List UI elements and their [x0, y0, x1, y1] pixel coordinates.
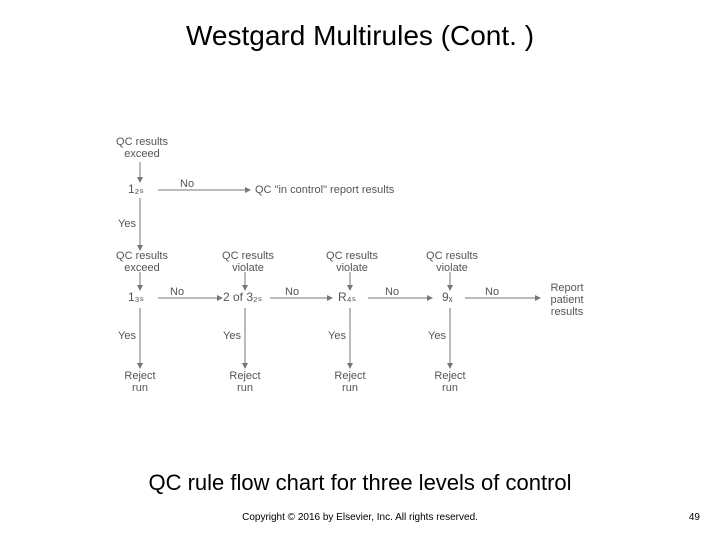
outcome-reject-4: Reject run [430, 370, 470, 394]
rule-1-2s: 1₂ₛ [128, 182, 144, 196]
edge-yes-4: Yes [428, 330, 446, 342]
edge-no-4: No [485, 286, 499, 298]
edge-yes-3: Yes [328, 330, 346, 342]
header-qc-violate-1: QC results violate [218, 250, 278, 274]
copyright-text: Copyright © 2016 by Elsevier, Inc. All r… [0, 512, 720, 523]
edge-no-top: No [180, 178, 194, 190]
header-qc-exceed-top: QC results exceed [112, 136, 172, 160]
header-qc-violate-3: QC results violate [422, 250, 482, 274]
rule-2of3-2s: 2 of 3₂ₛ [223, 290, 262, 304]
slide-caption: QC rule flow chart for three levels of c… [0, 470, 720, 496]
edge-no-1: No [170, 286, 184, 298]
edge-no-2: No [285, 286, 299, 298]
outcome-reject-3: Reject run [330, 370, 370, 394]
rule-1-3s: 1₃ₛ [128, 290, 144, 304]
rule-r4s: R₄ₛ [338, 290, 356, 304]
header-qc-exceed: QC results exceed [112, 250, 172, 274]
outcome-reject-1: Reject run [120, 370, 160, 394]
page-number: 49 [689, 512, 700, 523]
edge-yes-top: Yes [118, 218, 136, 230]
header-qc-violate-2: QC results violate [322, 250, 382, 274]
edge-yes-1: Yes [118, 330, 136, 342]
edge-no-3: No [385, 286, 399, 298]
flowchart: QC results exceed 1₂ₛ No QC "in control"… [110, 140, 610, 420]
outcome-in-control: QC "in control" report results [255, 184, 425, 196]
slide-title: Westgard Multirules (Cont. ) [0, 20, 720, 52]
outcome-reject-2: Reject run [225, 370, 265, 394]
edge-yes-2: Yes [223, 330, 241, 342]
rule-9x: 9ₓ [442, 290, 453, 304]
outcome-report: Report patient results [542, 282, 592, 318]
